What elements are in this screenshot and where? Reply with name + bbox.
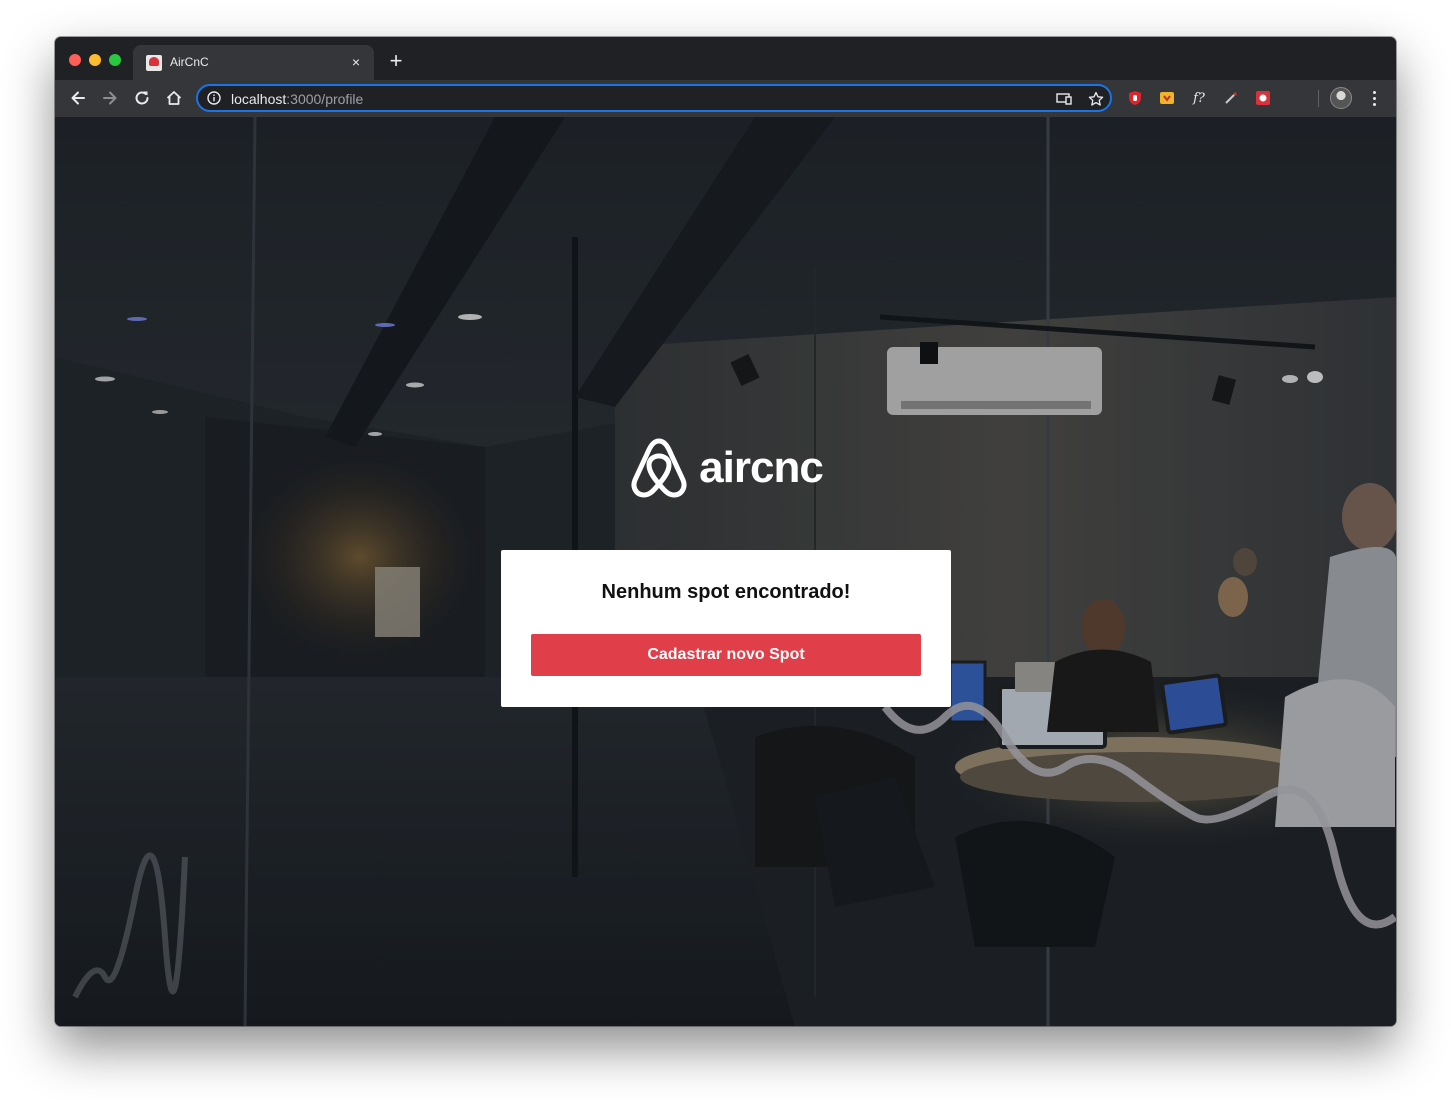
tab-aircnc[interactable]: AirCnC × (133, 45, 374, 80)
cast-button[interactable] (1055, 90, 1073, 108)
info-icon[interactable] (207, 91, 221, 105)
tab-close-icon[interactable]: × (348, 54, 364, 70)
arrow-left-icon (71, 91, 85, 105)
reload-icon (135, 91, 149, 105)
browser-toolbar: localhost:3000/profile f? (55, 80, 1396, 117)
cast-icon (1056, 93, 1072, 105)
desktop-background: AirCnC × + localhost:3000/profile f? air… (0, 0, 1451, 1100)
profile-avatar[interactable] (1330, 87, 1352, 109)
aircnc-favicon-icon (146, 55, 162, 71)
back-button[interactable] (66, 86, 90, 110)
empty-state-message: Nenhum spot encontrado! (601, 581, 851, 603)
browser-window: AirCnC × + localhost:3000/profile f? air… (55, 37, 1396, 1026)
home-icon (166, 91, 182, 105)
star-icon (1088, 91, 1104, 106)
home-button[interactable] (162, 86, 186, 110)
url-host: localhost (231, 91, 287, 107)
eyedropper-icon[interactable] (1223, 90, 1239, 106)
airbnb-belo-icon (631, 438, 687, 498)
kebab-menu-icon[interactable] (1364, 88, 1384, 108)
bookmark-button[interactable] (1087, 90, 1105, 108)
arrow-right-icon (103, 91, 117, 105)
url-text[interactable]: localhost:3000/profile (231, 91, 363, 107)
ublock-icon[interactable] (1127, 90, 1143, 106)
address-bar[interactable]: localhost:3000/profile (196, 84, 1112, 112)
close-window-button[interactable] (69, 54, 81, 66)
profile-content: aircnc Nenhum spot encontrado! Cadastrar… (501, 437, 951, 707)
new-spot-button[interactable]: Cadastrar novo Spot (531, 634, 921, 676)
toolbar-divider (1318, 90, 1319, 107)
empty-state-card: Nenhum spot encontrado! Cadastrar novo S… (501, 550, 951, 707)
zoom-window-button[interactable] (109, 54, 121, 66)
ext-yellow-icon[interactable] (1159, 90, 1175, 106)
ext-red-icon[interactable] (1255, 90, 1271, 106)
url-path: :3000/profile (286, 91, 364, 107)
brand-logo: aircnc (501, 437, 951, 499)
brand-name: aircnc (699, 443, 824, 492)
forward-button[interactable] (98, 86, 122, 110)
whatfont-icon[interactable]: f? (1191, 90, 1207, 106)
minimize-window-button[interactable] (89, 54, 101, 66)
tab-strip: AirCnC × + (55, 37, 1396, 80)
page-viewport: aircnc Nenhum spot encontrado! Cadastrar… (55, 117, 1396, 1026)
reload-button[interactable] (130, 86, 154, 110)
tab-title: AirCnC (170, 55, 209, 69)
new-tab-button[interactable]: + (385, 50, 407, 72)
